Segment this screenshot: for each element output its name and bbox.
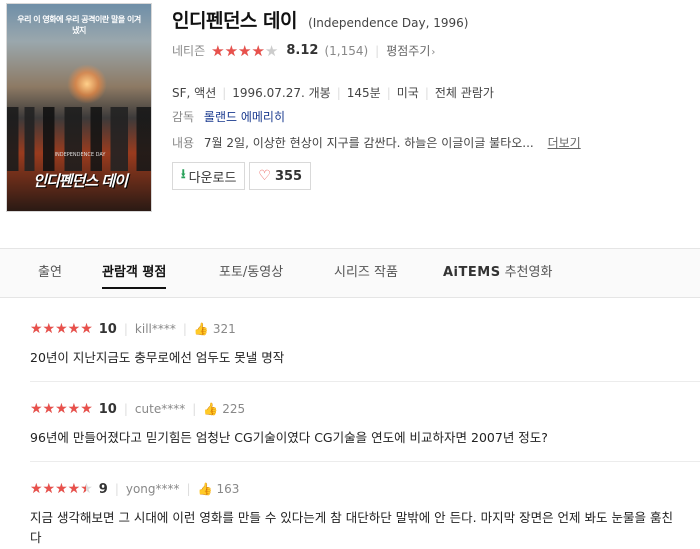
description-row: 내용 7월 2일, 이상한 현상이 지구를 감싼다. 하늘은 이글이글 불타오.…: [172, 134, 581, 151]
review-header: ★★★★★ ★★★★★ 10 | cute**** | 👍 225: [30, 401, 246, 417]
rating-stars-fill: ★★★★★: [211, 42, 266, 59]
thumbs-up-icon[interactable]: 👍: [194, 322, 209, 336]
review-item: ★★★★★ ★★★★★ 10 | kill**** | 👍 321 20년이 지난…: [30, 320, 690, 368]
action-buttons: ⭳ 다운로드 ♡ 355: [172, 162, 315, 190]
review-score: 9: [98, 481, 108, 497]
rating-source: 네티즌: [172, 44, 206, 58]
review-divider: [30, 381, 700, 382]
release-date: 1996.07.27. 개봉: [232, 86, 331, 100]
review-text: 지금 생각해보면 그 시대에 이런 영화를 만들 수 있다는게 참 대단하단 말…: [30, 510, 673, 545]
tab-recommended[interactable]: AiTEMS 추천영화: [443, 249, 552, 297]
heart-icon: ♡: [258, 168, 271, 184]
title-row: 인디펜던스 데이 (Independence Day, 1996): [172, 6, 468, 33]
review-likes: 163: [216, 482, 240, 496]
review-item: ★★★★★★★★★★ 9 | yong**** | 👍 163 지금 생각해보면…: [30, 480, 690, 548]
review-score: 10: [98, 401, 117, 417]
poster-title: 인디펜던스 데이: [33, 172, 128, 190]
thumbs-up-icon[interactable]: 👍: [203, 402, 218, 416]
thumbs-up-icon[interactable]: 👍: [198, 482, 213, 496]
download-button[interactable]: ⭳ 다운로드: [172, 162, 246, 190]
review-user[interactable]: cute****: [135, 402, 185, 416]
download-label: 다운로드: [188, 170, 237, 186]
tab-photos-videos[interactable]: 포토/동영상: [219, 249, 283, 297]
age-rating: 전체 관람가: [434, 86, 494, 100]
tab-series[interactable]: 시리즈 작품: [334, 249, 398, 297]
download-icon: ⭳: [181, 167, 186, 182]
chevron-right-icon: ›: [431, 47, 436, 58]
review-stars: ★★★★★★★★★★: [30, 481, 93, 497]
poster-explosion: [67, 64, 107, 104]
country: 미국: [396, 86, 419, 100]
tab-bar: 출연 관람객 평점 포토/동영상 시리즈 작품 AiTEMS 추천영화: [0, 248, 700, 298]
tab-cast[interactable]: 출연: [38, 249, 62, 297]
rating-stars: ★★★★★ ★★★★★: [211, 41, 279, 60]
poster-tagline: 우리 이 영화에 우리 공격이란 말을 이겨냈지: [17, 15, 141, 35]
review-text: 96년에 만들어졌다고 믿기힘든 엄청난 CG기술이였다 CG기술을 연도에 비…: [30, 430, 548, 445]
review-stars-fill: ★★★★★: [30, 481, 86, 497]
movie-original-title: (Independence Day, 1996): [308, 16, 469, 30]
poster-small-text: INDEPENDENCE DAY: [54, 152, 106, 158]
review-text: 20년이 지난지금도 충무로에선 엄두도 못낼 명작: [30, 350, 285, 365]
review-score: 10: [98, 321, 117, 337]
divider: |: [375, 43, 380, 58]
review-user[interactable]: kill****: [135, 322, 176, 336]
review-stars-fill: ★★★★★: [30, 321, 93, 337]
review-likes: 321: [212, 322, 236, 336]
rate-button[interactable]: 평점주기›: [386, 42, 435, 59]
description-text: 7월 2일, 이상한 현상이 지구를 감싼다. 하늘은 이글이글 불타오...: [203, 136, 534, 150]
meta-row: SF, 액션 | 1996.07.27. 개봉 | 145분 | 미국 | 전체 관람가: [172, 86, 494, 100]
review-divider: [30, 461, 700, 462]
tab-audience-reviews[interactable]: 관람객 평점: [102, 249, 167, 297]
movie-poster[interactable]: 우리 이 영화에 우리 공격이란 말을 이겨냈지 INDEPENDENCE DA…: [6, 3, 152, 212]
rating-count: (1,154): [324, 43, 369, 58]
rating-row: 네티즌 ★★★★★ ★★★★★ 8.12 (1,154) | 평점주기›: [172, 42, 435, 59]
genre: SF, 액션: [172, 86, 217, 100]
review-likes: 225: [222, 402, 246, 416]
rating-score: 8.12: [286, 43, 319, 58]
more-link[interactable]: 더보기: [548, 136, 581, 150]
review-stars: ★★★★★★★★★★: [30, 321, 93, 337]
runtime: 145분: [346, 86, 381, 100]
like-button[interactable]: ♡ 355: [249, 162, 312, 190]
review-item: ★★★★★ ★★★★★ 10 | cute**** | 👍 225 96년에 만들…: [30, 400, 690, 448]
review-user[interactable]: yong****: [126, 482, 180, 496]
description-label: 내용: [172, 136, 195, 150]
review-header: ★★★★★★★★★★ 9 | yong**** | 👍 163: [30, 481, 240, 497]
review-stars-fill: ★★★★★: [30, 401, 93, 417]
director-label: 감독: [172, 110, 195, 124]
aitems-logo: AiTEMS: [443, 265, 501, 280]
movie-title[interactable]: 인디펜던스 데이: [172, 10, 297, 32]
director-row: 감독 롤랜드 에메리히: [172, 108, 285, 125]
director-link[interactable]: 롤랜드 에메리히: [204, 110, 285, 124]
review-header: ★★★★★ ★★★★★ 10 | kill**** | 👍 321: [30, 321, 236, 337]
review-stars: ★★★★★★★★★★: [30, 401, 93, 417]
like-count: 355: [274, 168, 303, 184]
poster-skyline: [7, 107, 151, 171]
